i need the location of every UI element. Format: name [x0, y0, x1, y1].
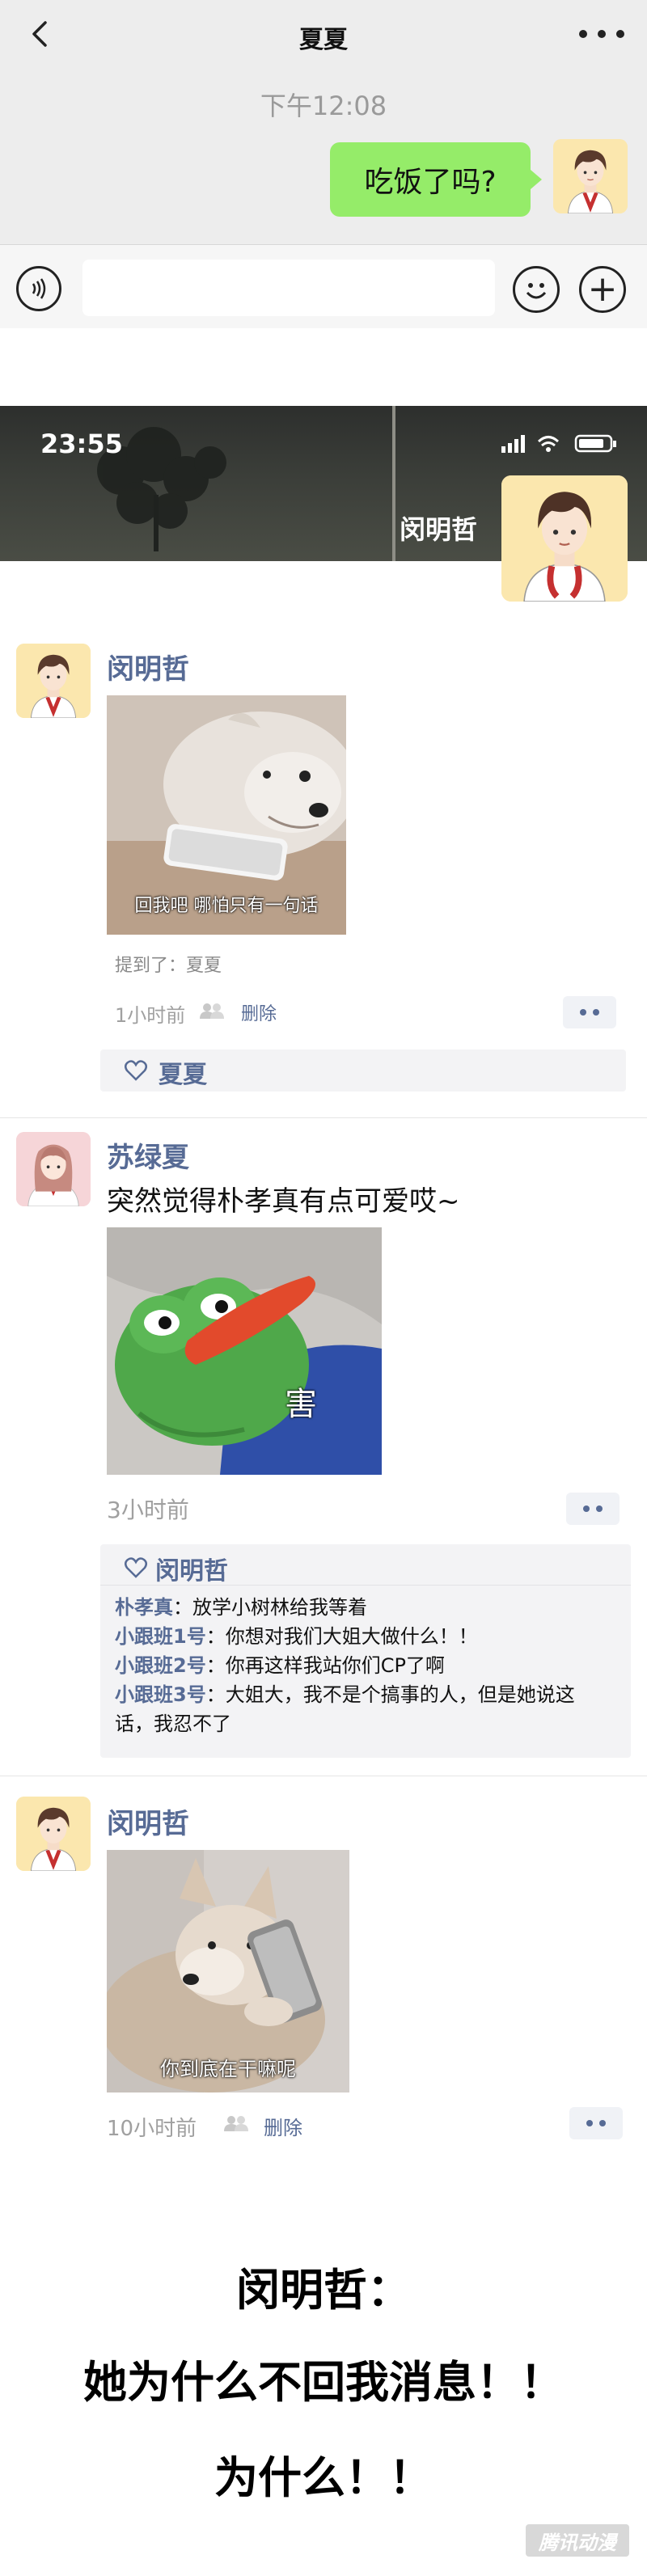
add-button[interactable]: + — [579, 266, 626, 313]
comment-text: ：你想对我们大姐大做什么！！ — [205, 1625, 478, 1648]
comment-author[interactable]: 朴孝真 — [115, 1596, 173, 1619]
post-photo[interactable]: 害 — [107, 1227, 382, 1475]
comment-author[interactable]: 小跟班1号 — [115, 1625, 206, 1648]
people-icon — [200, 1003, 224, 1019]
comment-text: ：你再这样我站你们CP了啊 — [205, 1654, 445, 1677]
post-author-name[interactable]: 苏绿夏 — [107, 1135, 189, 1175]
emoji-icon — [526, 283, 547, 299]
divider — [0, 1117, 647, 1118]
chat-title: 夏夏 — [299, 26, 348, 54]
frog-plush-image — [107, 1227, 382, 1475]
delete-link[interactable]: 删除 — [264, 2112, 302, 2140]
comment-row[interactable]: 小跟班1号：你想对我们大姐大做什么！！ — [115, 1622, 478, 1651]
delete-link[interactable]: 删除 — [241, 999, 277, 1025]
heart-icon — [125, 1060, 147, 1081]
girl-avatar-icon — [16, 1132, 91, 1206]
watermark-logo: 腾讯动漫 — [526, 2524, 629, 2557]
self-avatar[interactable] — [553, 139, 628, 213]
sent-message-bubble[interactable]: 吃饭了吗? — [330, 142, 542, 217]
post-time: 10小时前 — [107, 2117, 197, 2141]
more-actions-button[interactable] — [563, 996, 616, 1028]
more-dots-icon[interactable] — [579, 18, 624, 50]
boy-avatar-icon — [16, 644, 91, 718]
post-author-avatar[interactable] — [16, 1132, 91, 1206]
post-photo[interactable]: 回我吧 哪怕只有一句话 — [107, 695, 346, 935]
more-actions-button[interactable] — [569, 2107, 623, 2139]
photo-caption: 害 — [285, 1386, 317, 1423]
post-text: 突然觉得朴孝真有点可爱哎~ — [107, 1185, 460, 1218]
heart-icon — [125, 1557, 147, 1578]
signal-icon — [501, 435, 525, 453]
wifi-icon — [537, 436, 560, 447]
post-time: 1小时前 — [115, 1004, 186, 1027]
message-input[interactable] — [82, 260, 495, 316]
boy-avatar-icon — [501, 475, 628, 602]
narration-line: 为什么！！ — [214, 2452, 433, 2503]
add-icon: + — [587, 268, 618, 310]
likes-box: 夏夏 — [100, 1049, 626, 1092]
comment-author[interactable]: 小跟班2号 — [115, 1654, 206, 1677]
comment-row[interactable]: 朴孝真：放学小树林给我等着 — [115, 1593, 367, 1622]
voice-button[interactable] — [16, 266, 61, 311]
photo-caption: 回我吧 哪怕只有一句话 — [134, 896, 319, 916]
chat-timestamp: 下午12:08 — [260, 91, 387, 121]
comment-row[interactable]: 小跟班2号：你再这样我站你们CP了啊 — [115, 1651, 445, 1680]
moments-owner-name: 闵明哲 — [400, 514, 478, 545]
comment-text: 话，我忍不了 — [115, 1712, 231, 1735]
like-name[interactable]: 闵明哲 — [155, 1551, 228, 1586]
like-name[interactable]: 夏夏 — [159, 1054, 207, 1090]
comment-text: ：放学小树林给我等着 — [173, 1596, 367, 1619]
more-actions-button[interactable] — [566, 1493, 620, 1525]
post-author-avatar[interactable] — [16, 1797, 91, 1871]
status-time: 23:55 — [40, 429, 123, 459]
post-photo[interactable]: 你到底在干嘛呢 — [107, 1850, 349, 2092]
comment-row-continued: 话，我忍不了 — [115, 1709, 231, 1738]
post-author-name[interactable]: 闵明哲 — [107, 1801, 189, 1841]
comment-text: ：大姐大，我不是个搞事的人，但是她说这 — [205, 1683, 575, 1706]
chat-panel: 夏夏 下午12:08 吃饭了吗? + — [0, 0, 647, 328]
input-bar: + — [0, 244, 647, 328]
street-pole — [392, 406, 395, 561]
boy-avatar-icon — [553, 139, 628, 213]
people-icon — [224, 2116, 248, 2131]
comment-row[interactable]: 小跟班3号：大姐大，我不是个搞事的人，但是她说这 — [115, 1680, 575, 1709]
comment-author[interactable]: 小跟班3号 — [115, 1683, 206, 1706]
status-icons — [501, 434, 616, 453]
moments-owner-avatar[interactable] — [501, 475, 628, 602]
post-author-avatar[interactable] — [16, 644, 91, 718]
post-author-name[interactable]: 闵明哲 — [107, 647, 189, 686]
boy-avatar-icon — [16, 1797, 91, 1871]
chat-header: 夏夏 — [0, 0, 647, 71]
likes-divider — [100, 1585, 631, 1586]
post-time: 3小时前 — [107, 1497, 189, 1523]
battery-icon — [574, 434, 616, 453]
voice-icon — [32, 278, 46, 299]
mention-text: 提到了：夏夏 — [115, 956, 222, 976]
photo-caption: 你到底在干嘛呢 — [160, 2058, 296, 2080]
narration-line: 她为什么不回我消息！！ — [83, 2357, 564, 2408]
emoji-button[interactable] — [513, 266, 560, 313]
narration-line: 闵明哲： — [236, 2265, 411, 2316]
